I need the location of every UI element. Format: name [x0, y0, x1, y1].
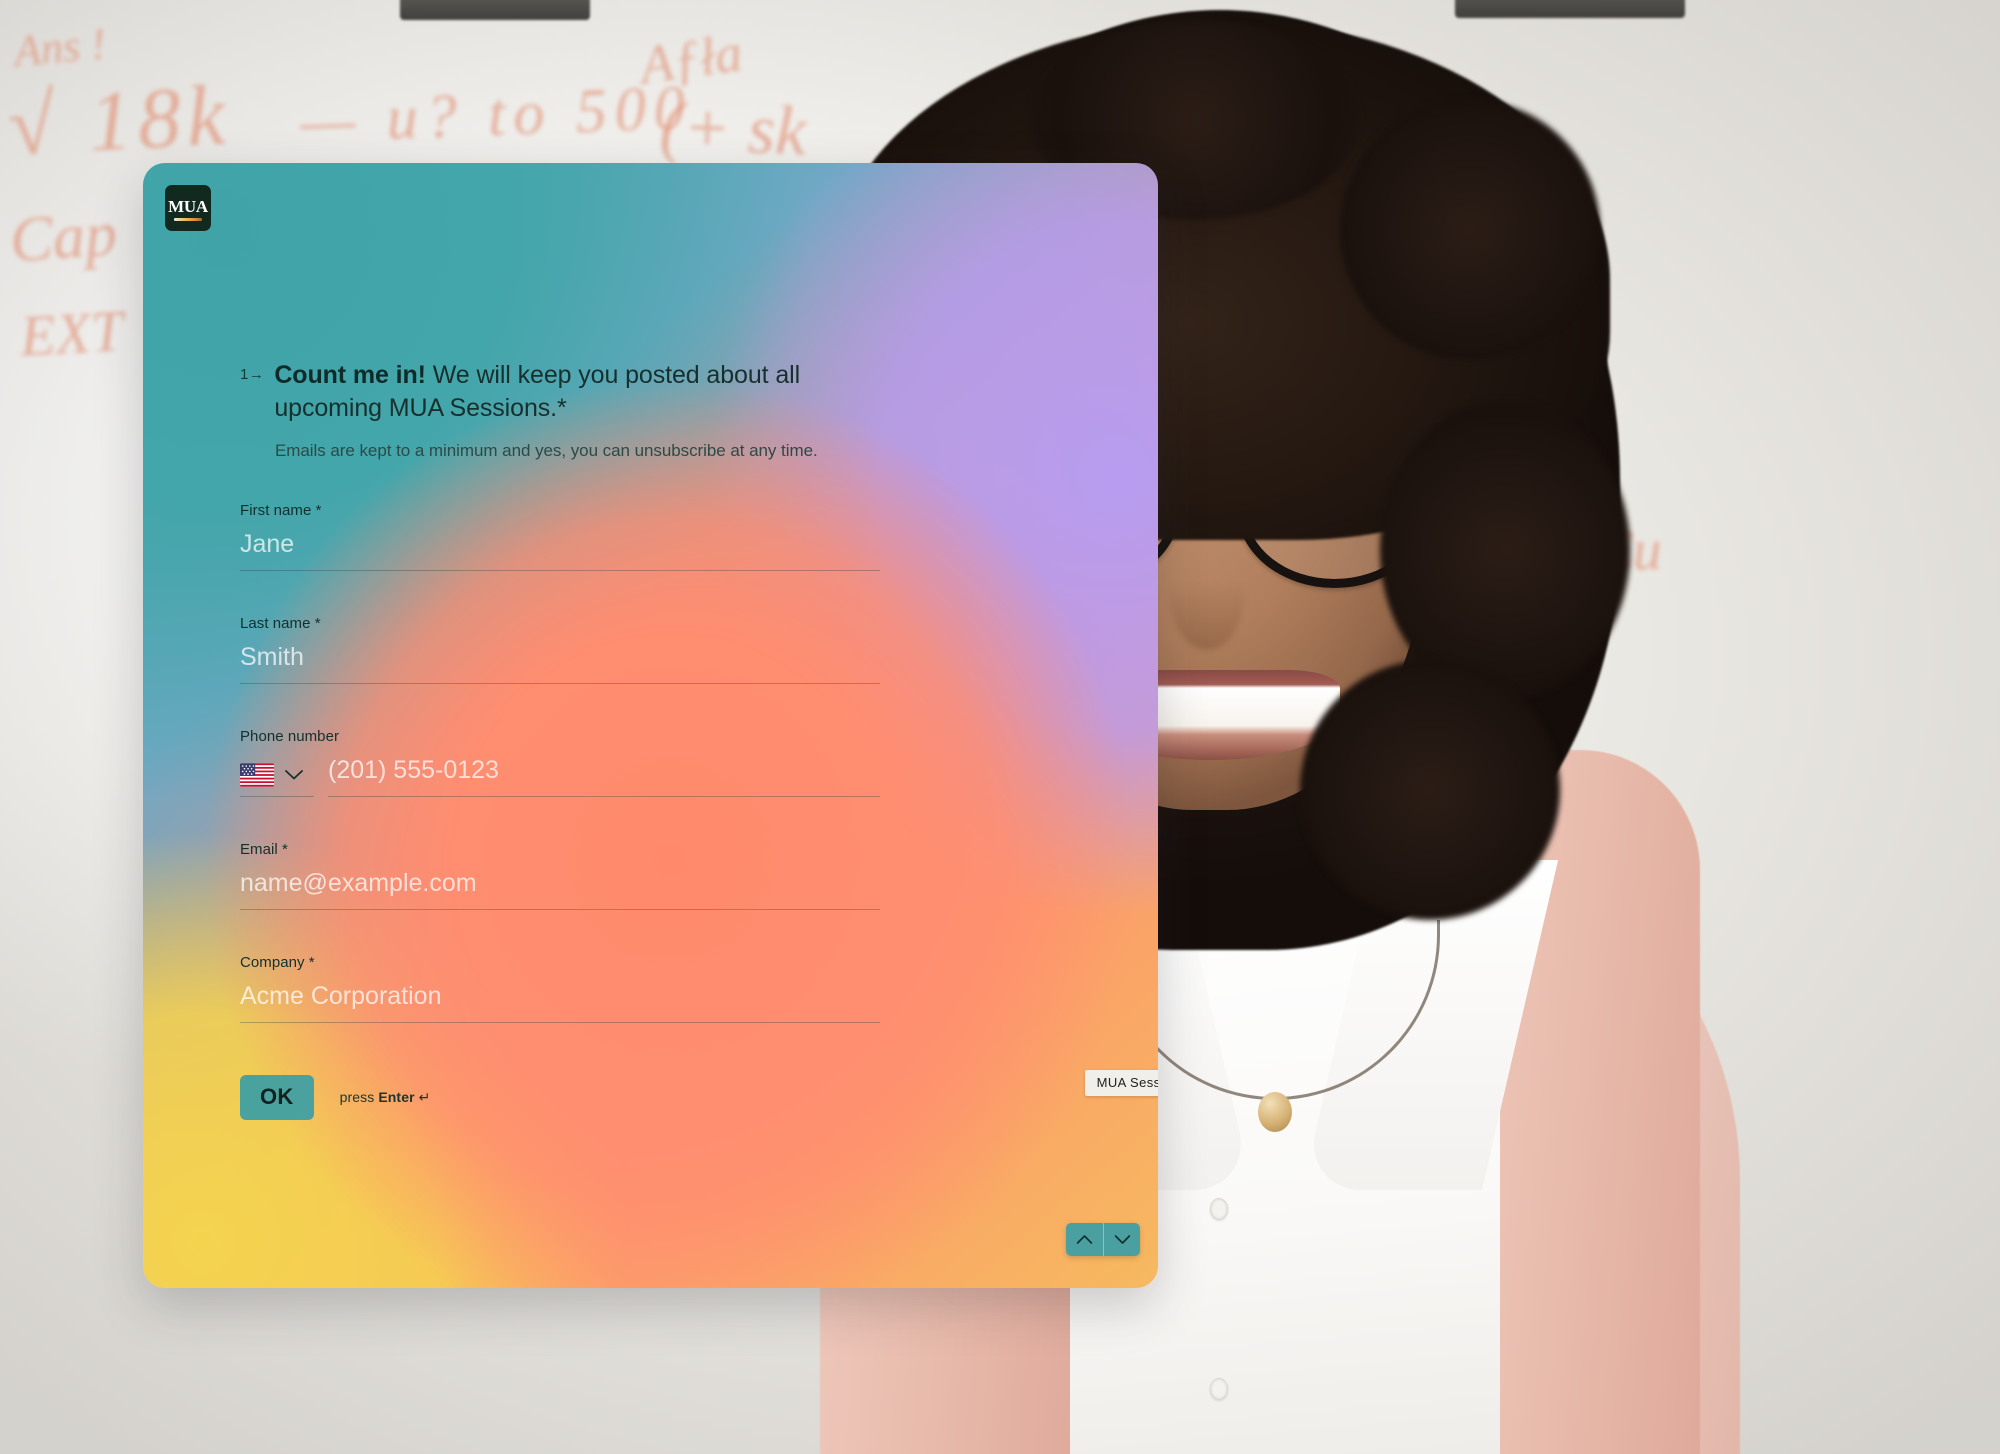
nav-up-button[interactable]	[1066, 1223, 1103, 1256]
mua-logo-icon[interactable]: MUA	[165, 185, 211, 231]
field-last-name: Last name *	[240, 615, 880, 684]
navigation-arrows	[1066, 1223, 1140, 1256]
country-code-select[interactable]	[240, 761, 314, 797]
last-name-label: Last name *	[240, 614, 321, 632]
phone-number-input[interactable]	[328, 753, 880, 797]
field-phone-number: Phone number	[240, 728, 880, 797]
ok-button[interactable]: OK	[240, 1074, 314, 1120]
blouse-button	[1210, 1378, 1228, 1400]
phone-row	[240, 753, 880, 797]
chevron-down-icon	[285, 770, 303, 780]
email-label: Email *	[240, 840, 288, 858]
logo-wordmark: MUA	[168, 196, 208, 216]
whiteboard-scribble: Ans !	[12, 19, 108, 76]
nav-down-button[interactable]	[1103, 1223, 1140, 1256]
typeform-card: MUA 1→ Count me in! We will keep you pos…	[143, 163, 1158, 1288]
blouse-button	[1210, 1198, 1228, 1220]
whiteboard-scribble: √ 18k	[5, 66, 234, 174]
whiteboard-scribble: EXT	[18, 298, 125, 369]
necklace-pendant	[1258, 1092, 1292, 1132]
whiteboard-scribble: Cap	[7, 197, 119, 276]
wall-frame-left	[400, 0, 590, 20]
chevron-down-icon	[1114, 1235, 1130, 1244]
submit-row: OK press Enter ↵	[240, 1074, 880, 1120]
field-email: Email *	[240, 841, 880, 910]
email-input[interactable]	[240, 866, 880, 910]
question-number-value: 1	[240, 366, 249, 383]
question-help-text: Emails are kept to a minimum and yes, yo…	[275, 441, 818, 460]
first-name-label: First name *	[240, 501, 322, 519]
us-flag-icon	[240, 763, 274, 787]
field-company: Company *	[240, 954, 880, 1023]
company-label: Company *	[240, 953, 315, 971]
company-input[interactable]	[240, 979, 880, 1023]
last-name-input[interactable]	[240, 640, 880, 684]
question-title-bold: Count me in!	[274, 361, 426, 389]
hair-curl	[1300, 660, 1560, 920]
hair-curl	[1340, 100, 1600, 360]
question-title: Count me in! We will keep you posted abo…	[274, 359, 880, 425]
first-name-input[interactable]	[240, 527, 880, 571]
question-header: 1→ Count me in! We will keep you posted …	[240, 359, 880, 425]
field-first-name: First name *	[240, 502, 880, 571]
question-number: 1→	[240, 359, 264, 383]
form-fields: First name * Last name * Phone number	[240, 502, 880, 1023]
phone-number-label: Phone number	[240, 727, 340, 745]
logo-underline	[174, 217, 202, 221]
chevron-up-icon	[1076, 1235, 1093, 1244]
press-enter-hint: press Enter ↵	[340, 1089, 431, 1106]
press-enter-key: Enter	[378, 1088, 415, 1105]
enter-return-icon: ↵	[414, 1088, 431, 1105]
press-enter-prefix: press	[339, 1088, 379, 1105]
arrow-right-icon: →	[248, 366, 265, 383]
brand-badge[interactable]: MUA Sessions	[1084, 1070, 1158, 1096]
whiteboard-scribble: — u? to 500	[298, 74, 694, 156]
hair-curl	[1380, 400, 1630, 700]
form-body: 1→ Count me in! We will keep you posted …	[240, 359, 880, 1120]
